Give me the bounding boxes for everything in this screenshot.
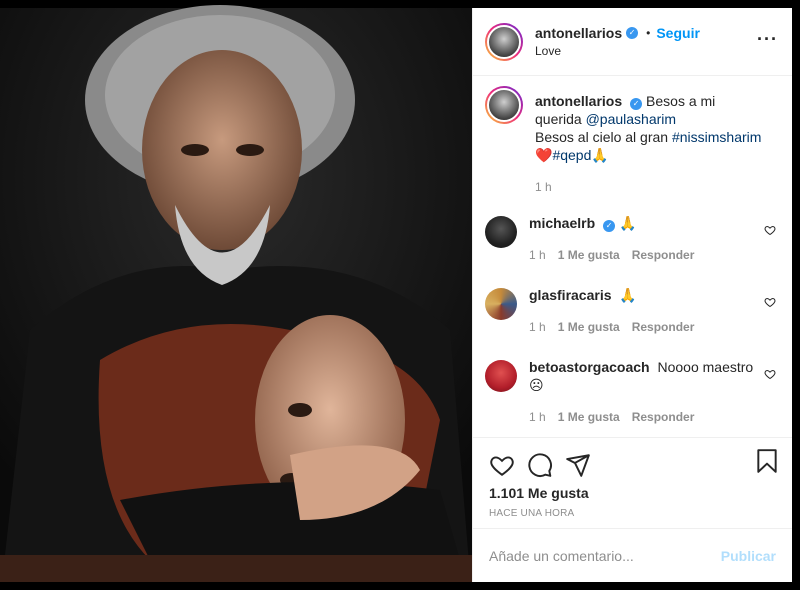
publish-button[interactable]: Publicar [721,548,776,564]
like-comment-heart-icon[interactable] [764,224,776,236]
caption: antonellarios ✓ Besos a mi querida @paula… [485,86,776,196]
caption-username[interactable]: antonellarios [535,93,622,109]
commenter-avatar[interactable] [485,360,517,392]
comments-list[interactable]: antonellarios ✓ Besos a mi querida @paula… [473,76,792,438]
add-comment-input[interactable] [489,547,721,564]
comment-likes[interactable]: 1 Me gusta [558,318,620,336]
post-header: antonellarios ✓ • Seguir Love ··· [473,8,792,76]
verified-badge-icon: ✓ [603,220,616,232]
more-options-icon[interactable]: ··· [757,30,778,48]
reply-button[interactable]: Responder [632,246,695,264]
like-comment-heart-icon[interactable] [764,296,776,308]
comment-likes[interactable]: 1 Me gusta [558,408,620,426]
hashtag-link-2[interactable]: #qepd [552,147,591,163]
comment-item: betoastorgacoach Noooo maestro ☹ 1 h 1 M… [485,358,776,426]
comment-text: 🙏 [619,215,637,231]
reply-button[interactable]: Responder [632,318,695,336]
heart-emoji: ❤️ [535,147,553,163]
hashtag-link[interactable]: #nissimsharim [672,129,761,145]
author-username[interactable]: antonellarios [535,24,622,42]
commenter-username[interactable]: michaelrb [529,215,595,231]
location-label[interactable]: Love [535,42,700,60]
post-timestamp[interactable]: HACE UNA HORA [473,502,792,519]
pray-emoji: 🙏 [591,147,609,163]
verified-badge-icon: ✓ [626,26,639,39]
commenter-username[interactable]: betoastorgacoach [529,359,650,375]
post-photo[interactable] [0,0,472,590]
caption-avatar[interactable] [485,86,523,124]
separator-dot: • [646,25,651,40]
comment-item: glasfiracaris 🙏 1 h 1 Me gusta Responder [485,286,776,336]
add-comment-bar: Publicar [473,528,792,582]
save-bookmark-icon[interactable] [754,448,780,474]
comment-time[interactable]: 1 h [529,318,546,336]
comment-time[interactable]: 1 h [529,408,546,426]
action-bar [473,438,792,484]
author-avatar[interactable] [485,22,523,61]
comment-likes[interactable]: 1 Me gusta [558,246,620,264]
share-send-icon[interactable] [565,452,591,478]
post-image [0,0,472,590]
like-heart-icon[interactable] [489,452,515,478]
commenter-username[interactable]: glasfiracaris [529,287,612,303]
comment-text: 🙏 [619,287,637,303]
comment-time[interactable]: 1 h [529,246,546,264]
comment-item: michaelrb ✓ 🙏 1 h 1 Me gusta Responder [485,214,776,264]
mention-link[interactable]: @paulasharim [586,111,676,127]
reply-button[interactable]: Responder [632,408,695,426]
verified-badge-icon: ✓ [630,98,643,110]
commenter-avatar[interactable] [485,216,517,248]
follow-button[interactable]: Seguir [656,24,700,42]
caption-text-2: Besos al cielo al gran [535,129,669,145]
likes-count[interactable]: 1.101 Me gusta [473,484,792,502]
commenter-avatar[interactable] [485,288,517,320]
caption-time[interactable]: 1 h [535,178,552,196]
comment-bubble-icon[interactable] [527,452,553,478]
post-side-panel: antonellarios ✓ • Seguir Love ··· antone… [472,8,792,582]
like-comment-heart-icon[interactable] [764,368,776,380]
